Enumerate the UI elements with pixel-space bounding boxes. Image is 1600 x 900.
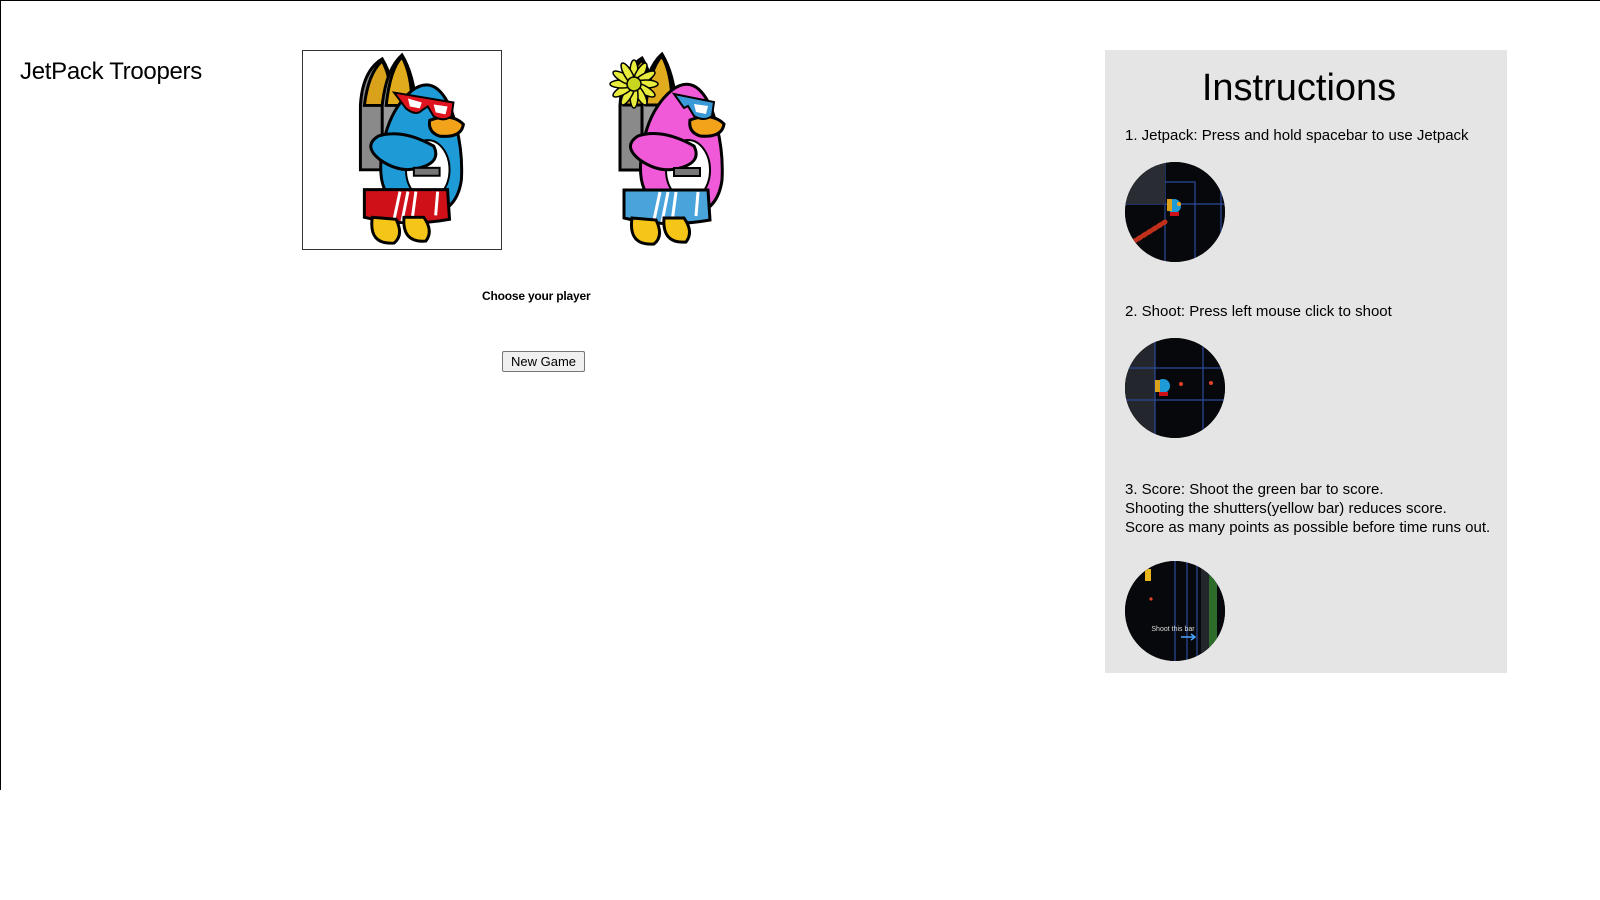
game-title: JetPack Troopers — [20, 58, 202, 85]
penguin-blue-image — [358, 52, 465, 245]
jetpack-demo-image — [1125, 162, 1225, 262]
instructions-panel: Instructions 1. Jetpack: Press and hold … — [1105, 50, 1507, 673]
penguin-pink-image — [609, 51, 726, 246]
page-top-border — [0, 0, 1600, 1]
instruction-step-score: 3. Score: Shoot the green bar to score. … — [1125, 480, 1505, 537]
shoot-demo-image — [1125, 338, 1225, 438]
player-option-pink[interactable] — [562, 50, 762, 250]
instruction-line: 3. Score: Shoot the green bar to score. — [1125, 481, 1384, 498]
score-demo-image: Shoot this bar — [1125, 561, 1225, 661]
instruction-step-shoot: 2. Shoot: Press left mouse click to shoo… — [1125, 302, 1505, 321]
page-left-border — [0, 0, 1, 790]
player-option-blue[interactable] — [302, 50, 502, 250]
choose-player-label: Choose your player — [482, 289, 591, 303]
instruction-line: Score as many points as possible before … — [1125, 519, 1491, 536]
new-game-button[interactable]: New Game — [502, 351, 585, 372]
score-demo-caption: Shoot this bar — [1151, 626, 1195, 633]
instruction-line: 1. Jetpack: Press and hold spacebar to u… — [1125, 127, 1469, 144]
instruction-step-jetpack: 1. Jetpack: Press and hold spacebar to u… — [1125, 126, 1505, 145]
instructions-title: Instructions — [1201, 67, 1397, 109]
instruction-line: 2. Shoot: Press left mouse click to shoo… — [1125, 303, 1392, 320]
instruction-line: Shooting the shutters(yellow bar) reduce… — [1125, 500, 1447, 517]
